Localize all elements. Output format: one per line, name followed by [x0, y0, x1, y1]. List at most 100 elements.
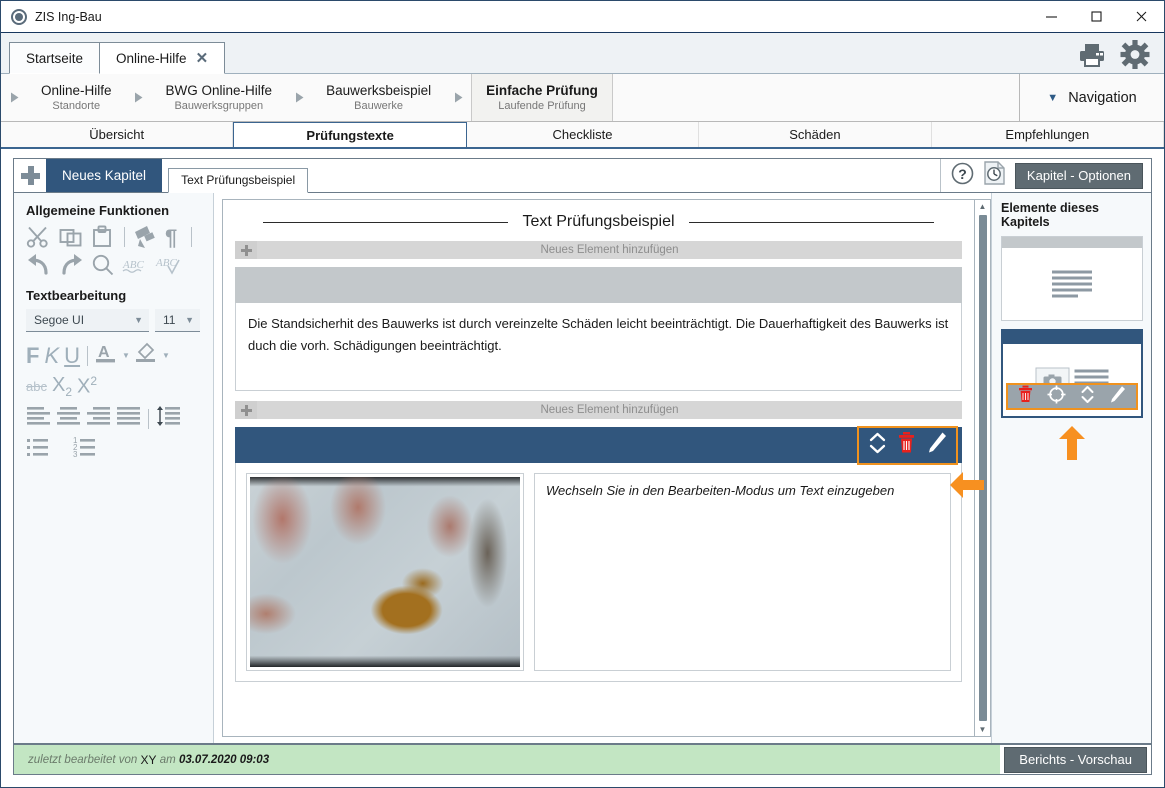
strikethrough-button[interactable]: abc	[26, 379, 47, 394]
breadcrumb-item-einfache-pruefung[interactable]: Einfache Prüfung Laufende Prüfung	[471, 74, 613, 121]
align-left-icon[interactable]	[26, 405, 51, 432]
format-painter-icon[interactable]	[133, 224, 157, 250]
tool-divider	[148, 409, 149, 429]
thumbnail-header	[1002, 237, 1142, 248]
italic-button[interactable]: K	[44, 343, 59, 369]
add-element-label: Neues Element hinzufügen	[257, 404, 962, 416]
edit-pencil-icon[interactable]	[926, 431, 947, 460]
element-text-block[interactable]: Die Standsicherhit des Bauwerks ist durc…	[235, 267, 962, 391]
align-center-icon[interactable]	[56, 405, 81, 432]
script-format-row: abc X2 X2	[26, 374, 203, 399]
redo-icon[interactable]	[58, 252, 84, 278]
chevron-right-icon	[126, 91, 152, 104]
tab-checkliste[interactable]: Checkliste	[467, 122, 699, 147]
close-button[interactable]	[1119, 1, 1164, 32]
scroll-down-arrow-icon[interactable]: ▼	[979, 725, 987, 734]
chevron-down-icon[interactable]: ▼	[162, 351, 170, 360]
maximize-button[interactable]	[1074, 1, 1119, 32]
add-element-plus-button[interactable]	[235, 241, 257, 259]
bold-button[interactable]: F	[26, 343, 39, 369]
character-format-row: F K U A ▼	[26, 340, 203, 371]
move-updown-icon[interactable]	[1080, 385, 1095, 409]
tab-uebersicht[interactable]: Übersicht	[1, 122, 233, 147]
tab-pruefungstexte[interactable]: Prüfungstexte	[233, 122, 466, 147]
add-chapter-button[interactable]	[14, 159, 46, 192]
breadcrumb-item-online-hilfe[interactable]: Online-Hilfe Standorte	[27, 74, 126, 121]
font-color-button[interactable]: A	[95, 340, 117, 371]
close-icon[interactable]: ✕	[196, 51, 209, 66]
search-magnifier-icon[interactable]	[90, 252, 116, 278]
new-chapter-button[interactable]: Neues Kapitel	[46, 159, 162, 192]
font-family-select[interactable]: Segoe UI ▼	[26, 309, 149, 332]
paragraph-list-row: 1 2 3	[26, 435, 203, 466]
report-preview-button[interactable]: Berichts - Vorschau	[1004, 747, 1147, 773]
superscript-button[interactable]: X2	[77, 374, 97, 399]
chevron-right-icon	[1, 91, 27, 104]
scroll-up-arrow-icon[interactable]: ▲	[979, 202, 987, 211]
title-rule-right	[689, 222, 934, 223]
navigation-button[interactable]: ▼ Navigation	[1019, 74, 1164, 121]
underline-button[interactable]: U	[64, 343, 80, 369]
svg-text:ABC: ABC	[155, 257, 177, 269]
tab-schaeden[interactable]: Schäden	[699, 122, 931, 147]
breadcrumb-item-bauwerksbeispiel[interactable]: Bauwerksbeispiel Bauwerke	[312, 74, 445, 121]
add-element-bar-middle[interactable]: Neues Element hinzufügen	[235, 401, 962, 419]
element-text-body[interactable]: Die Standsicherhit des Bauwerks ist durc…	[235, 303, 962, 391]
tab-label: Online-Hilfe	[116, 51, 187, 66]
last-edited-user: XY	[141, 753, 157, 767]
element-image-body[interactable]: Wechseln Sie in den Bearbeiten-Modus um …	[235, 463, 962, 682]
numbered-list-icon[interactable]: 1 2 3	[73, 435, 115, 466]
chevron-down-icon[interactable]: ▼	[122, 351, 130, 360]
general-functions-heading: Allgemeine Funktionen	[26, 203, 203, 218]
element-image-block[interactable]: Wechseln Sie in den Bearbeiten-Modus um …	[235, 427, 962, 682]
document-editor[interactable]: Text Prüfungsbeispiel Neues Element hinz…	[222, 199, 975, 737]
section-tabs: Übersicht Prüfungstexte Checkliste Schäd…	[1, 122, 1164, 149]
font-controls: Segoe UI ▼ 11 ▼	[26, 309, 203, 332]
paste-icon[interactable]	[90, 224, 116, 250]
tab-empfehlungen[interactable]: Empfehlungen	[932, 122, 1164, 147]
breadcrumb-main: Online-Hilfe	[41, 82, 112, 99]
add-element-bar-top[interactable]: Neues Element hinzufügen	[235, 241, 962, 259]
title-rule-left	[263, 222, 508, 223]
move-updown-icon[interactable]	[868, 431, 887, 460]
image-caption-field[interactable]: Wechseln Sie in den Bearbeiten-Modus um …	[534, 473, 951, 671]
line-spacing-icon[interactable]	[156, 405, 181, 432]
chapter-options-button[interactable]: Kapitel - Optionen	[1015, 163, 1143, 189]
chapter-toolbar-right: ? Kapitel - Optionen	[940, 159, 1151, 192]
tab-online-hilfe[interactable]: Online-Hilfe ✕	[99, 42, 225, 74]
align-justify-icon[interactable]	[116, 405, 141, 432]
target-move-icon[interactable]	[1047, 385, 1066, 409]
editor-scrollbar[interactable]: ▲ ▼	[975, 199, 991, 737]
font-size-select[interactable]: 11 ▼	[155, 309, 200, 332]
editor-area: Text Prüfungsbeispiel Neues Element hinz…	[214, 193, 991, 743]
element-thumbnail-text[interactable]	[1001, 236, 1143, 321]
spellcheck-abc-icon[interactable]: ABC	[122, 252, 149, 278]
copy-icon[interactable]	[58, 224, 84, 250]
chapter-tab-label: Text Prüfungsbeispiel	[181, 173, 295, 187]
gear-icon[interactable]	[1120, 40, 1150, 69]
tab-label: Empfehlungen	[1005, 127, 1089, 142]
history-clock-icon[interactable]	[983, 161, 1006, 190]
question-mark-icon[interactable]: ?	[951, 162, 974, 190]
undo-icon[interactable]	[26, 252, 52, 278]
image-frame[interactable]	[246, 473, 524, 671]
chapter-tab-text-pruefungsbeispiel[interactable]: Text Prüfungsbeispiel	[168, 168, 308, 193]
minimize-button[interactable]	[1029, 1, 1074, 32]
edit-pencil-icon[interactable]	[1109, 385, 1126, 409]
cut-scissors-icon[interactable]	[26, 224, 52, 250]
scrollbar-thumb[interactable]	[979, 215, 987, 721]
highlight-icon[interactable]	[135, 340, 157, 371]
breadcrumb-item-bwg-online-hilfe[interactable]: BWG Online-Hilfe Bauwerksgruppen	[152, 74, 287, 121]
add-element-plus-button[interactable]	[235, 401, 257, 419]
pilcrow-icon[interactable]: ¶	[163, 224, 183, 250]
print-icon[interactable]	[1078, 42, 1106, 68]
delete-trash-icon[interactable]	[1018, 385, 1033, 409]
chapter-elements-panel: Elemente dieses Kapitels	[991, 193, 1151, 743]
align-right-icon[interactable]	[86, 405, 111, 432]
delete-trash-icon[interactable]	[897, 431, 916, 460]
subscript-button[interactable]: X2	[52, 374, 72, 399]
bullet-list-icon[interactable]	[26, 435, 68, 466]
element-thumbnail-image[interactable]	[1001, 329, 1143, 418]
tab-startseite[interactable]: Startseite	[9, 42, 100, 74]
spellcheck-check-icon[interactable]: ABC	[155, 252, 182, 278]
